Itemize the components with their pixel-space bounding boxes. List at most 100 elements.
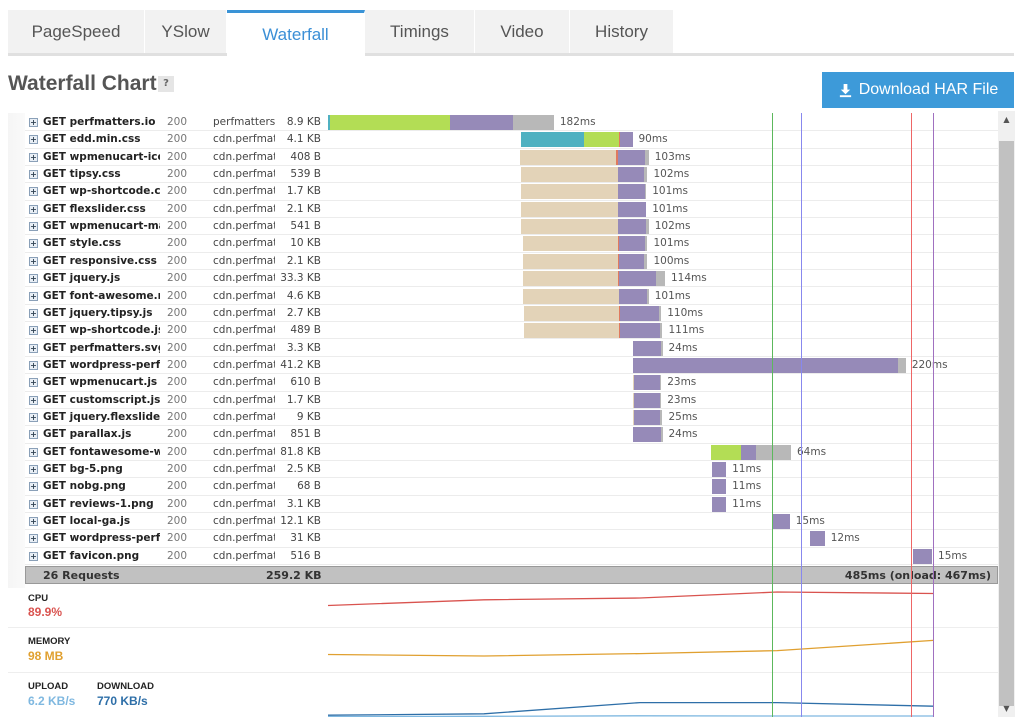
request-row[interactable]: + GET wordpress-perfo 200 cdn.perfmat 41.2 K… xyxy=(25,357,998,375)
request-status: 200 xyxy=(167,428,188,441)
expand-icon[interactable]: + xyxy=(29,256,38,266)
request-row[interactable]: + GET perfmatters.svg 200 cdn.perfmat 3.3 KB… xyxy=(25,340,998,357)
request-status: 200 xyxy=(167,393,188,406)
timing-segment-wait xyxy=(809,531,825,547)
request-timeline: 102ms xyxy=(328,166,998,183)
request-row[interactable]: + GET wpmenucart-ma 200 cdn.perfmat 541 B 102… xyxy=(25,218,998,236)
request-row[interactable]: + GET edd.min.css 200 cdn.perfmat 4.1 KB 90ms xyxy=(25,131,998,149)
request-status: 200 xyxy=(167,480,188,493)
expand-icon[interactable]: + xyxy=(29,152,38,162)
help-icon[interactable]: ? xyxy=(158,76,174,92)
expand-icon[interactable]: + xyxy=(29,118,38,127)
request-row[interactable]: + GET jquery.js 200 cdn.perfmat 33.3 KB 114ms xyxy=(25,270,998,288)
request-row[interactable]: + GET tipsy.css 200 cdn.perfmat 539 B 102ms xyxy=(25,166,998,184)
expand-icon[interactable]: + xyxy=(29,465,38,474)
request-row[interactable]: + GET fontawesome-w 200 cdn.perfmat 81.8 KB 6… xyxy=(25,444,998,461)
request-status: 200 xyxy=(167,185,188,198)
request-row[interactable]: + GET jquery.flexslider 200 cdn.perfmat 9 KB… xyxy=(25,409,998,427)
request-domain: cdn.perfmat xyxy=(213,358,275,371)
scroll-down-arrow-icon[interactable]: ▼ xyxy=(998,700,1015,717)
request-row[interactable]: + GET wp-shortcode.cs 200 cdn.perfmat 1.7 KB… xyxy=(25,183,998,201)
tab-bar-underline xyxy=(674,53,1014,56)
request-duration: 24ms xyxy=(668,428,698,441)
expand-icon[interactable]: + xyxy=(29,360,38,370)
request-row[interactable]: + GET favicon.png 200 cdn.perfmat 516 B 15ms xyxy=(25,548,998,566)
request-domain: cdn.perfmat xyxy=(213,272,275,285)
tab-timings[interactable]: Timings xyxy=(365,10,475,53)
expand-icon[interactable]: + xyxy=(29,222,38,232)
request-status: 200 xyxy=(167,133,188,146)
expand-icon[interactable]: + xyxy=(29,326,38,336)
expand-icon[interactable]: + xyxy=(29,447,38,457)
timing-segment-blocking xyxy=(520,149,617,165)
expand-icon[interactable]: + xyxy=(29,499,38,509)
request-status: 200 xyxy=(167,150,188,163)
expand-icon[interactable]: + xyxy=(29,170,38,180)
request-status: 200 xyxy=(167,445,188,458)
timing-segment-wait xyxy=(618,271,657,287)
request-url: GET style.css xyxy=(43,237,122,250)
request-domain: cdn.perfmat xyxy=(213,150,275,163)
expand-icon[interactable]: + xyxy=(29,343,38,353)
request-domain: cdn.perfmat xyxy=(213,202,275,215)
expand-icon[interactable]: + xyxy=(29,430,38,440)
request-url: GET jquery.tipsy.js xyxy=(43,306,153,319)
request-url: GET flexslider.css xyxy=(43,202,146,215)
expand-icon[interactable]: + xyxy=(29,482,38,492)
request-row[interactable]: + GET reviews-1.png 200 cdn.perfmat 3.1 KB 11… xyxy=(25,496,998,513)
timing-segment-wait xyxy=(712,496,727,512)
request-status: 200 xyxy=(167,532,188,545)
request-row[interactable]: + GET jquery.tipsy.js 200 cdn.perfmat 2.7 KB… xyxy=(25,305,998,323)
request-row[interactable]: + GET local-ga.js 200 cdn.perfmat 12.1 KB 15m… xyxy=(25,513,998,531)
expand-icon[interactable]: + xyxy=(29,395,38,405)
timing-segment-receive xyxy=(756,444,791,460)
request-row[interactable]: + GET perfmatters.io 200 perfmatters. 8.9 KB… xyxy=(25,114,998,132)
scrollbar[interactable]: ▲ ▼ xyxy=(998,111,1015,717)
request-row[interactable]: + GET wordpress-perfo 200 cdn.perfmat 31 KB 1… xyxy=(25,530,998,548)
metrics-chart xyxy=(327,591,934,717)
request-row[interactable]: + GET flexslider.css 200 cdn.perfmat 2.1 KB 1… xyxy=(25,201,998,219)
tab-waterfall[interactable]: Waterfall xyxy=(227,10,365,59)
request-row[interactable]: + GET font-awesome.m 200 cdn.perfmat 4.6 KB 1… xyxy=(25,288,998,305)
request-domain: cdn.perfmat xyxy=(213,497,275,510)
request-row[interactable]: + GET nobg.png 200 cdn.perfmat 68 B 11ms xyxy=(25,478,998,496)
expand-icon[interactable]: + xyxy=(29,239,38,249)
expand-icon[interactable]: + xyxy=(29,551,38,561)
expand-icon[interactable]: + xyxy=(29,308,38,318)
expand-icon[interactable]: + xyxy=(29,534,38,544)
expand-icon[interactable]: + xyxy=(29,517,38,527)
expand-icon[interactable]: + xyxy=(29,187,38,197)
request-row[interactable]: + GET customscript.js 200 cdn.perfmat 1.7 KB… xyxy=(25,392,998,409)
expand-icon[interactable]: + xyxy=(29,274,38,284)
download-har-button[interactable]: Download HAR File xyxy=(822,72,1014,108)
total-time: 485ms (onload: 467ms) xyxy=(844,569,991,582)
expand-icon[interactable]: + xyxy=(29,412,38,422)
timing-segment-wait xyxy=(617,201,647,217)
tab-history[interactable]: History xyxy=(570,10,674,53)
request-row[interactable]: + GET parallax.js 200 cdn.perfmat 851 B 24ms xyxy=(25,426,998,444)
expand-icon[interactable]: + xyxy=(29,204,38,214)
timing-segment-receive xyxy=(661,427,663,443)
timing-segment-receive xyxy=(659,323,663,339)
request-row[interactable]: + GET wpmenucart.js 200 cdn.perfmat 610 B 23m… xyxy=(25,374,998,392)
marker-dom-loaded xyxy=(800,113,802,717)
request-row[interactable]: + GET style.css 200 cdn.perfmat 10 KB 101ms xyxy=(25,235,998,253)
scroll-up-arrow-icon[interactable]: ▲ xyxy=(998,111,1015,128)
expand-icon[interactable]: + xyxy=(29,291,38,301)
expand-icon[interactable]: + xyxy=(29,378,38,388)
metric-line-download xyxy=(327,701,934,716)
request-duration: 23ms xyxy=(667,393,697,406)
request-url: GET wpmenucart-ico xyxy=(43,150,160,163)
request-row[interactable]: + GET responsive.css 200 cdn.perfmat 2.1 KB 1… xyxy=(25,253,998,271)
request-row[interactable]: + GET bg-5.png 200 cdn.perfmat 2.5 KB 11ms xyxy=(25,461,998,479)
tab-pagespeed[interactable]: PageSpeed xyxy=(8,10,145,53)
scrollbar-thumb[interactable] xyxy=(999,141,1014,706)
request-row[interactable]: + GET wp-shortcode.js 200 cdn.perfmat 489 B 1… xyxy=(25,322,998,340)
tab-yslow[interactable]: YSlow xyxy=(145,10,227,53)
expand-icon[interactable]: + xyxy=(29,135,38,145)
request-size: 541 B xyxy=(290,220,321,233)
request-row[interactable]: + GET wpmenucart-ico 200 cdn.perfmat 408 B 10… xyxy=(25,149,998,166)
request-size: 12.1 KB xyxy=(280,515,321,528)
tab-video[interactable]: Video xyxy=(475,10,570,53)
request-size: 4.1 KB xyxy=(286,133,321,146)
